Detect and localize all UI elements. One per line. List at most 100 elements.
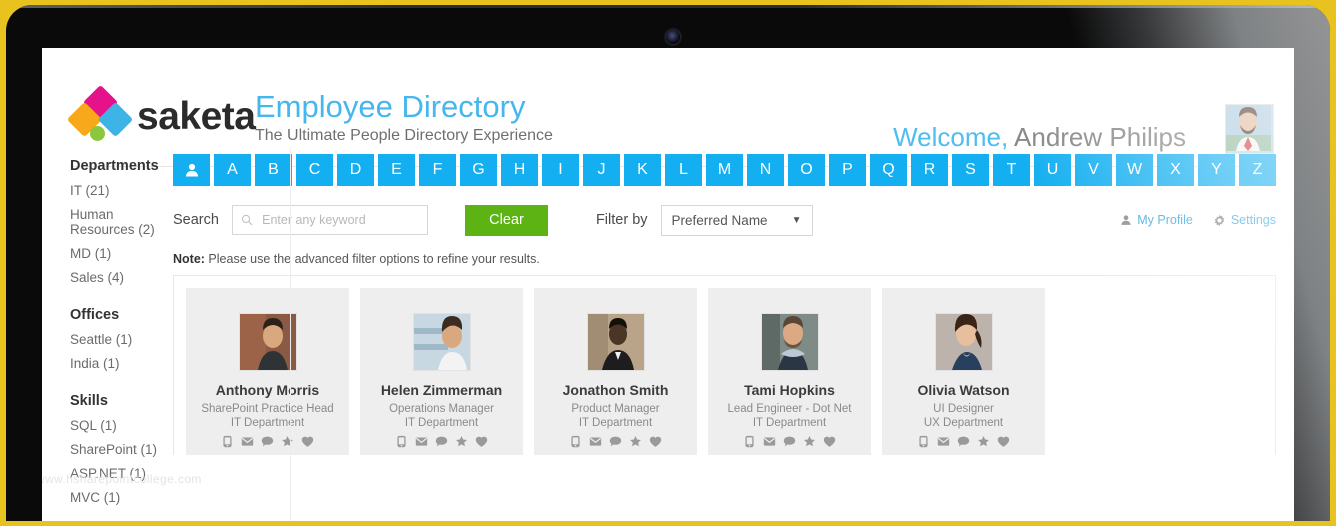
phone-icon[interactable] — [569, 435, 582, 448]
my-profile-label: My Profile — [1137, 213, 1193, 227]
employee-department: IT Department — [404, 417, 479, 429]
alphabet-button-a[interactable]: A — [214, 154, 251, 186]
alphabet-button-j[interactable]: J — [583, 154, 620, 186]
alphabet-button-b[interactable]: B — [255, 154, 292, 186]
clear-button[interactable]: Clear — [464, 204, 548, 236]
alphabet-button-k[interactable]: K — [624, 154, 661, 186]
alphabet-button-q[interactable]: Q — [870, 154, 907, 186]
alphabet-button-h[interactable]: H — [501, 154, 538, 186]
employee-actions — [708, 435, 871, 448]
sidebar-item-sales[interactable]: Sales (4) — [70, 270, 173, 285]
alphabet-button-v[interactable]: V — [1075, 154, 1112, 186]
heart-icon[interactable] — [649, 435, 662, 448]
employee-card[interactable]: Tami Hopkins Lead Engineer - Dot Net IT De… — [708, 288, 871, 455]
alphabet-button-i[interactable]: I — [542, 154, 579, 186]
alphabet-button-z[interactable]: Z — [1239, 154, 1276, 186]
sidebar-item-india[interactable]: India (1) — [70, 356, 173, 371]
employee-name: Olivia Watson — [917, 382, 1010, 398]
star-icon[interactable] — [455, 435, 468, 448]
note-prefix: Note: — [173, 252, 205, 266]
sidebar-item-it[interactable]: IT (21) — [70, 183, 173, 198]
sidebar-group-offices: Offices Seattle (1) India (1) — [70, 307, 173, 371]
sidebar-item-human-resources[interactable]: Human Resources (2) — [70, 207, 173, 237]
star-icon[interactable] — [977, 435, 990, 448]
phone-icon[interactable] — [743, 435, 756, 448]
alphabet-button-l[interactable]: L — [665, 154, 702, 186]
page-header: saketa Employee Directory The Ultimate P… — [42, 48, 1294, 167]
sidebar-group-skills: Skills SQL (1) SharePoint (1) ASP.NET (1… — [70, 393, 173, 505]
sidebar-group-departments: Departments IT (21) Human Resources (2) … — [70, 158, 173, 285]
employee-card[interactable]: Olivia Watson UI Designer UX Department — [882, 288, 1045, 455]
filter-by-value: Preferred Name — [671, 212, 768, 228]
alphabet-button-x[interactable]: X — [1157, 154, 1194, 186]
alphabet-button-y[interactable]: Y — [1198, 154, 1235, 186]
sidebar-item-seattle[interactable]: Seattle (1) — [70, 332, 173, 347]
settings-label: Settings — [1230, 213, 1276, 227]
mail-icon[interactable] — [415, 435, 428, 448]
search-input[interactable] — [260, 212, 419, 228]
chat-icon[interactable] — [435, 435, 448, 448]
mail-icon[interactable] — [763, 435, 776, 448]
phone-icon[interactable] — [221, 435, 234, 448]
alphabet-button-f[interactable]: F — [419, 154, 456, 186]
page-title: Employee Directory — [255, 89, 526, 124]
mail-icon[interactable] — [937, 435, 950, 448]
alphabet-filter-bar: ABCDEFGHIJKLMNOPQRSTUVWXYZ — [173, 154, 1276, 186]
chat-icon[interactable] — [261, 435, 274, 448]
phone-icon[interactable] — [395, 435, 408, 448]
search-box[interactable] — [231, 205, 428, 235]
bezel-edge — [6, 5, 1330, 8]
phone-icon[interactable] — [917, 435, 930, 448]
alphabet-button-s[interactable]: S — [952, 154, 989, 186]
employee-name: Jonathon Smith — [562, 382, 669, 398]
star-icon[interactable] — [629, 435, 642, 448]
alphabet-button-w[interactable]: W — [1116, 154, 1153, 186]
alphabet-button-c[interactable]: C — [296, 154, 333, 186]
chat-icon[interactable] — [609, 435, 622, 448]
alphabet-button-u[interactable]: U — [1034, 154, 1071, 186]
my-profile-link[interactable]: My Profile — [1120, 213, 1193, 227]
heart-icon[interactable] — [301, 435, 314, 448]
sidebar-item-sharepoint[interactable]: SharePoint (1) — [70, 442, 173, 457]
sidebar-item-aspnet[interactable]: ASP.NET (1) — [70, 466, 173, 481]
app-title-block: Employee Directory The Ultimate People D… — [255, 90, 553, 147]
sidebar-heading-skills: Skills — [70, 393, 108, 409]
employee-card[interactable]: Helen Zimmerman Operations Manager IT Depa… — [360, 288, 523, 455]
sidebar-item-mvc[interactable]: MVC (1) — [70, 490, 173, 505]
note-text: Note: Please use the advanced filter opt… — [173, 252, 1276, 266]
photo-helen-zimmerman — [412, 313, 471, 371]
star-icon[interactable] — [803, 435, 816, 448]
employee-card[interactable]: Jonathon Smith Product Manager IT Departme… — [534, 288, 697, 455]
settings-link[interactable]: Settings — [1213, 213, 1276, 227]
photo-anthony-morris — [238, 313, 297, 371]
mail-icon[interactable] — [241, 435, 254, 448]
search-label: Search — [173, 212, 219, 228]
heart-icon[interactable] — [997, 435, 1010, 448]
alphabet-button-e[interactable]: E — [378, 154, 415, 186]
heart-icon[interactable] — [823, 435, 836, 448]
sidebar-item-md[interactable]: MD (1) — [70, 246, 173, 261]
alphabet-button-o[interactable]: O — [788, 154, 825, 186]
alphabet-button-t[interactable]: T — [993, 154, 1030, 186]
employee-name: Anthony Morris — [215, 382, 320, 398]
chat-icon[interactable] — [783, 435, 796, 448]
photo-tami-hopkins — [760, 313, 819, 371]
filter-by-select[interactable]: Preferred Name ▼ — [660, 204, 813, 236]
alphabet-button-r[interactable]: R — [911, 154, 948, 186]
mail-icon[interactable] — [589, 435, 602, 448]
chat-icon[interactable] — [957, 435, 970, 448]
heart-icon[interactable] — [475, 435, 488, 448]
person-icon — [185, 163, 198, 177]
star-icon[interactable] — [281, 435, 294, 448]
alphabet-button-n[interactable]: N — [747, 154, 784, 186]
brand-logo[interactable]: saketa — [66, 84, 256, 144]
employee-actions — [534, 435, 697, 448]
alphabet-button-g[interactable]: G — [460, 154, 497, 186]
employee-name: Helen Zimmerman — [380, 382, 503, 398]
employee-card[interactable]: Anthony Morris SharePoint Practice Head IT… — [186, 288, 349, 455]
alphabet-all-button[interactable] — [173, 154, 210, 186]
alphabet-button-p[interactable]: P — [829, 154, 866, 186]
alphabet-button-m[interactable]: M — [706, 154, 743, 186]
sidebar-item-sql[interactable]: SQL (1) — [70, 418, 173, 433]
alphabet-button-d[interactable]: D — [337, 154, 374, 186]
